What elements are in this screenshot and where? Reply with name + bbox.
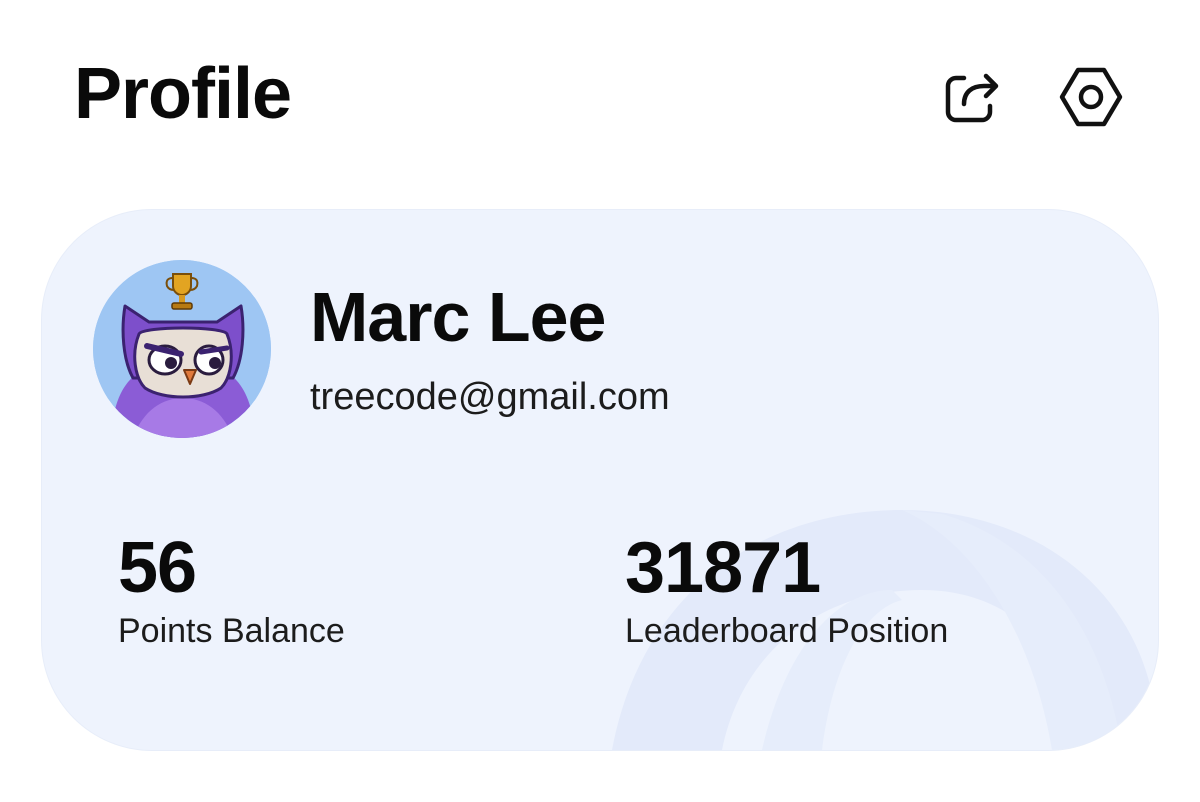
settings-gear-icon [1059, 67, 1123, 127]
points-balance-label: Points Balance [118, 612, 345, 650]
owl-avatar-with-trophy [93, 260, 271, 438]
points-balance-value: 56 [118, 528, 197, 608]
profile-screen: Profile Marc Lee treecode@gmail.com 56 P… [0, 0, 1200, 802]
user-email: treecode@gmail.com [310, 376, 670, 418]
share-button[interactable] [936, 62, 1006, 132]
leaderboard-position-label: Leaderboard Position [625, 612, 949, 650]
user-name: Marc Lee [310, 278, 606, 356]
settings-button[interactable] [1056, 62, 1126, 132]
avatar[interactable] [93, 260, 271, 438]
page-title: Profile [74, 54, 292, 134]
share-icon [945, 73, 999, 123]
profile-card: Marc Lee treecode@gmail.com 56 Points Ba… [42, 210, 1158, 750]
leaderboard-position-value: 31871 [625, 528, 821, 608]
